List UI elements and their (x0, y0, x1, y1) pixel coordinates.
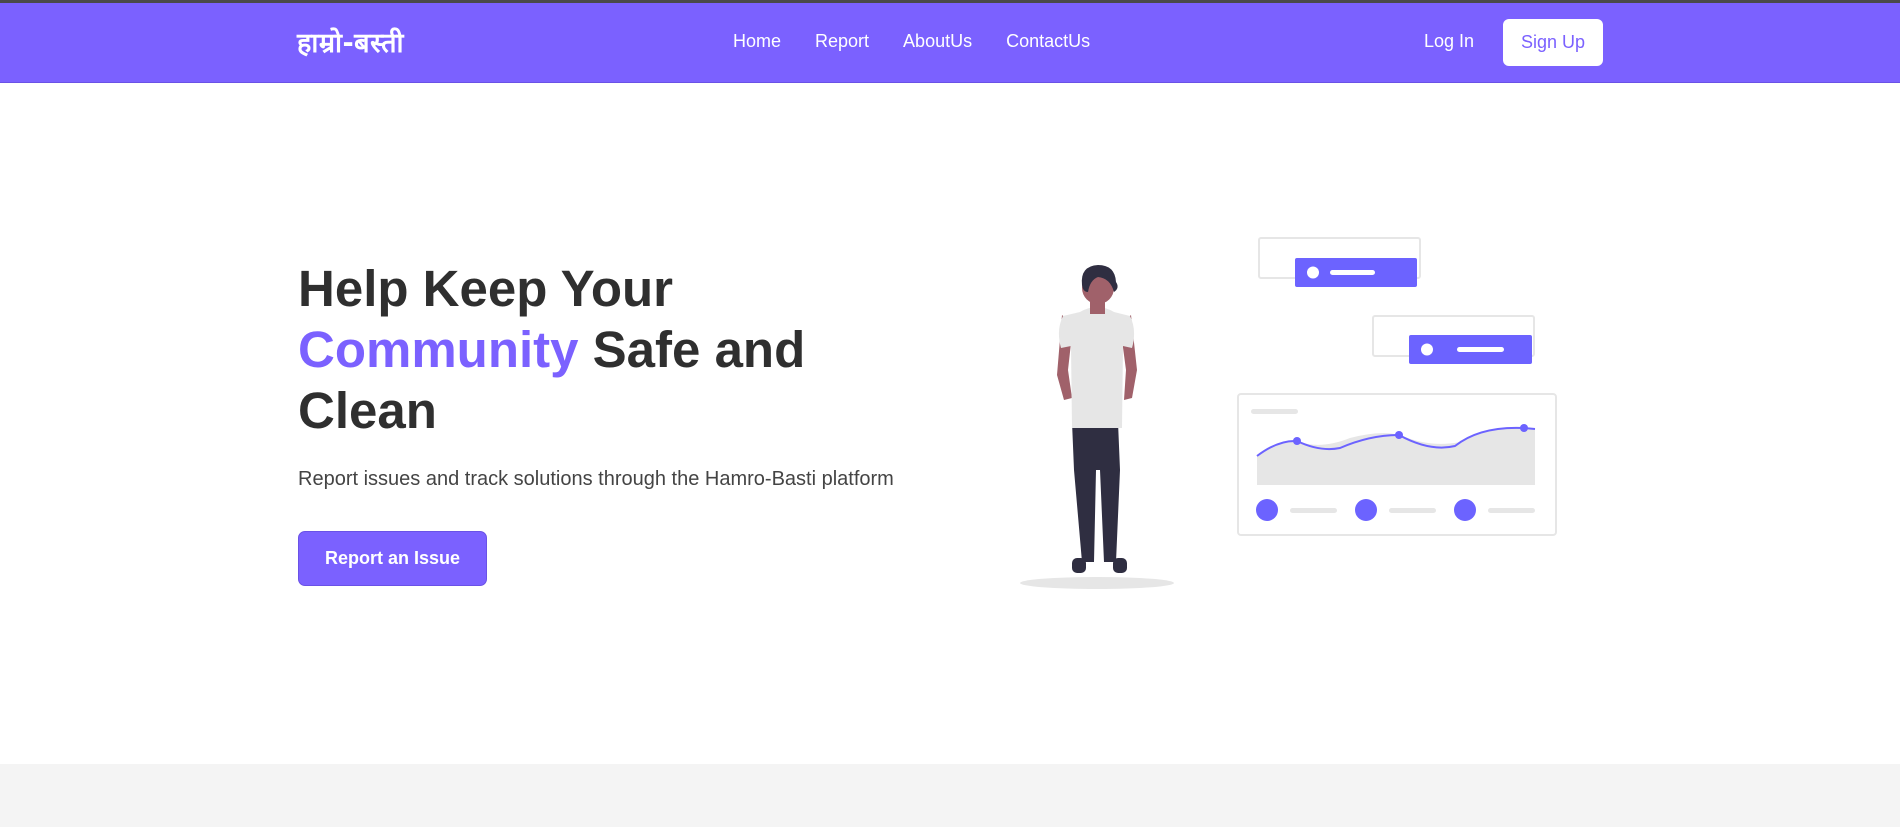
signup-button[interactable]: Sign Up (1503, 19, 1603, 66)
brand-logo[interactable]: हाम्रो-बस्ती (297, 23, 404, 60)
hero-title-line3: Clean (298, 382, 437, 439)
dashboard-legend-dot-2 (1355, 499, 1377, 521)
navbar: हाम्रो-बस्ती Home Report AboutUs Contact… (0, 3, 1900, 83)
hero-title-line1: Help Keep Your (298, 260, 674, 317)
dashboard-legend-line-3 (1488, 508, 1535, 513)
dashboard-legend-dot-3 (1454, 499, 1476, 521)
person-shadow (1020, 577, 1174, 589)
dashboard-legend-line-2 (1389, 508, 1436, 513)
dashboard-point-3 (1520, 424, 1528, 432)
person-pants (1072, 422, 1120, 562)
nav-link-home[interactable]: Home (733, 31, 781, 52)
hero-title-after-accent: Safe and (578, 321, 806, 378)
hero-title-accent: Community (298, 321, 579, 378)
nav-links: Home Report AboutUs ContactUs (733, 31, 1090, 52)
person-shoe-left (1072, 558, 1086, 573)
notification-dot-2 (1421, 343, 1433, 356)
dashboard-legend-line-1 (1290, 508, 1337, 513)
hero-title: Help Keep Your Community Safe and Clean (298, 258, 858, 441)
dashboard-legend-dot-1 (1256, 499, 1278, 521)
dashboard-header-line (1251, 409, 1298, 414)
dashboard-point-2 (1395, 431, 1403, 439)
person-shoe-right (1113, 558, 1127, 573)
person-with-dashboard-illustration (1020, 237, 1557, 589)
report-issue-button[interactable]: Report an Issue (298, 531, 487, 586)
nav-link-contactus[interactable]: ContactUs (1006, 31, 1090, 52)
dashboard-point-1 (1293, 437, 1301, 445)
person-shirt (1058, 307, 1135, 428)
hero-subtitle: Report issues and track solutions throug… (298, 468, 894, 490)
login-link[interactable]: Log In (1424, 31, 1474, 52)
nav-link-aboutus[interactable]: AboutUs (903, 31, 972, 52)
nav-link-report[interactable]: Report (815, 31, 869, 52)
notification-line-2 (1457, 347, 1504, 352)
notification-dot-1 (1307, 266, 1319, 279)
notification-line-1 (1330, 270, 1375, 275)
next-section-band (0, 764, 1900, 827)
